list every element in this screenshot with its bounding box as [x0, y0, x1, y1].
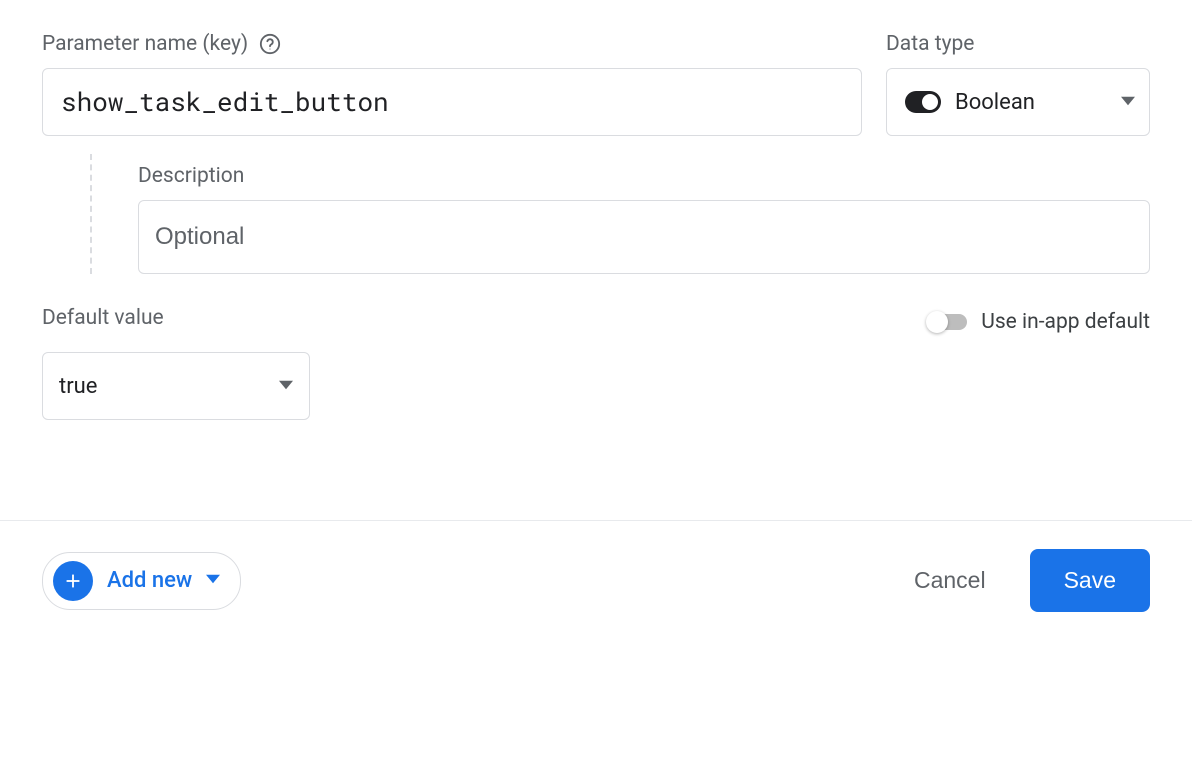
default-value-row: Default value true Use in-app default [42, 306, 1150, 420]
plus-icon [53, 561, 93, 601]
data-type-group: Data type Boolean [886, 32, 1150, 136]
footer-actions: Cancel Save [902, 549, 1150, 612]
boolean-type-icon [905, 91, 941, 113]
parameter-name-label: Parameter name (key) [42, 32, 862, 56]
parameter-name-input[interactable] [42, 68, 862, 136]
data-type-label: Data type [886, 32, 1150, 56]
nesting-indicator [90, 154, 138, 274]
data-type-select[interactable]: Boolean [886, 68, 1150, 136]
default-value-select[interactable]: true [42, 352, 310, 420]
default-value-label: Default value [42, 306, 310, 330]
save-button[interactable]: Save [1030, 549, 1150, 612]
help-icon[interactable] [258, 32, 282, 56]
top-row: Parameter name (key) Data type Boolean [42, 32, 1150, 136]
parameter-name-group: Parameter name (key) [42, 32, 862, 136]
inapp-default-switch[interactable] [927, 314, 967, 330]
add-new-label: Add new [107, 568, 192, 593]
inapp-default-label: Use in-app default [981, 310, 1150, 334]
cancel-button[interactable]: Cancel [902, 557, 998, 604]
chevron-down-icon [1121, 93, 1135, 112]
description-input[interactable] [138, 200, 1150, 274]
default-value-selected-text: true [59, 374, 97, 399]
chevron-down-icon [279, 377, 293, 396]
parameter-form: Parameter name (key) Data type Boolean [0, 0, 1192, 420]
description-section: Description [42, 154, 1150, 274]
chevron-down-icon [206, 571, 220, 590]
default-value-group: Default value true [42, 306, 310, 420]
add-new-button[interactable]: Add new [42, 552, 241, 610]
use-inapp-default-toggle: Use in-app default [927, 310, 1150, 334]
data-type-selected-text: Boolean [955, 90, 1107, 115]
description-label: Description [138, 164, 1150, 188]
parameter-name-label-text: Parameter name (key) [42, 32, 248, 56]
description-group: Description [138, 154, 1150, 274]
footer-bar: Add new Cancel Save [0, 521, 1192, 640]
